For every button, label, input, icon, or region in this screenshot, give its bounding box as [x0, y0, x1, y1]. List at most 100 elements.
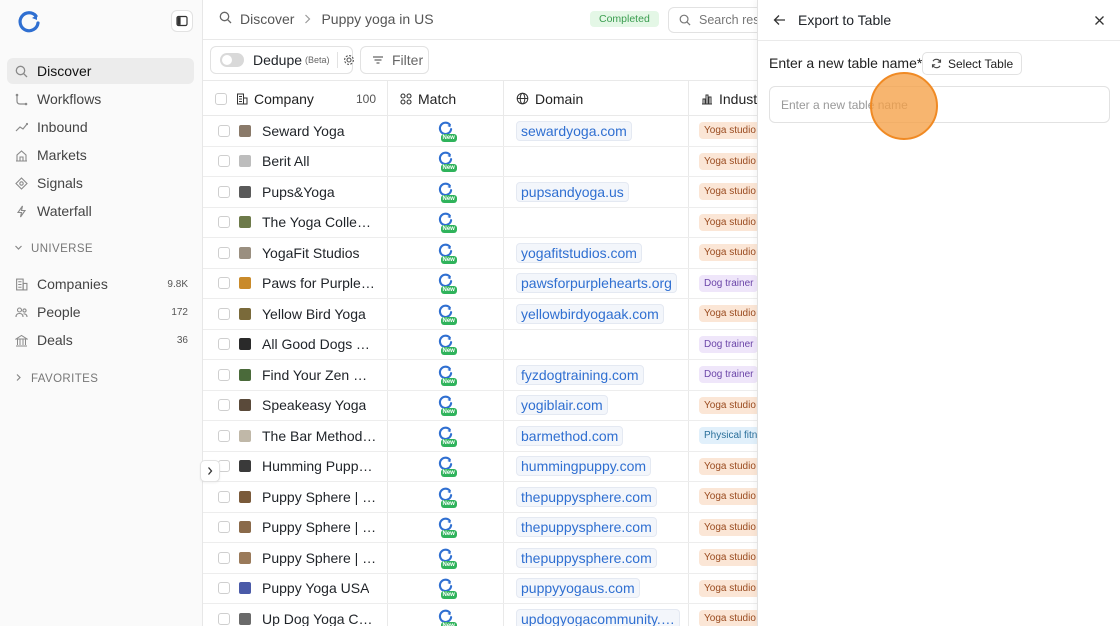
- domain-link[interactable]: yellowbirdyogaak.com: [516, 303, 664, 324]
- table-row[interactable]: Seward Yoga New sewardyoga.com Yoga studio: [203, 116, 763, 147]
- table-row[interactable]: YogaFit Studios New yogafitstudios.com Yoga…: [203, 238, 763, 269]
- sidebar-item-markets[interactable]: Markets: [7, 142, 194, 168]
- company-name[interactable]: Yellow Bird Yoga: [262, 306, 366, 322]
- sidebar-item-discover[interactable]: Discover: [7, 58, 194, 84]
- table-row[interactable]: The Yoga Collective New Yoga studio: [203, 207, 763, 238]
- match-status[interactable]: New: [435, 423, 457, 449]
- match-status[interactable]: New: [435, 240, 457, 266]
- match-status[interactable]: New: [435, 606, 457, 626]
- match-status[interactable]: New: [435, 148, 457, 174]
- table-row[interactable]: Puppy Yoga USA New puppyyogaus.com Yoga stu…: [203, 573, 763, 604]
- match-status[interactable]: New: [435, 545, 457, 571]
- match-status[interactable]: New: [435, 331, 457, 357]
- match-status[interactable]: New: [435, 362, 457, 388]
- match-status[interactable]: New: [435, 392, 457, 418]
- row-checkbox[interactable]: [218, 277, 230, 290]
- table-row[interactable]: Humming Puppy Yoga New hummingpuppy.com Yog…: [203, 451, 763, 482]
- universe-item-deals[interactable]: Deals 36: [7, 327, 194, 353]
- row-checkbox[interactable]: [218, 338, 230, 351]
- sidebar-toggle-button[interactable]: [171, 10, 193, 32]
- expand-handle[interactable]: [200, 460, 220, 482]
- domain-link[interactable]: thepuppysphere.com: [516, 547, 657, 568]
- dedupe-settings-button[interactable]: [337, 52, 359, 68]
- sidebar-item-waterfall[interactable]: Waterfall: [7, 198, 194, 224]
- sidebar-item-signals[interactable]: Signals: [7, 170, 194, 196]
- back-button[interactable]: [773, 14, 786, 26]
- domain-link[interactable]: hummingpuppy.com: [516, 456, 652, 477]
- row-checkbox[interactable]: [218, 399, 230, 412]
- company-name[interactable]: Pups&Yoga: [262, 184, 335, 200]
- company-name[interactable]: Puppy Yoga USA: [262, 580, 369, 596]
- table-row[interactable]: Yellow Bird Yoga New yellowbirdyogaak.com Y…: [203, 299, 763, 330]
- select-table-button[interactable]: Select Table: [922, 52, 1023, 75]
- row-checkbox[interactable]: [218, 429, 230, 442]
- company-name[interactable]: Speakeasy Yoga: [262, 397, 366, 413]
- match-status[interactable]: New: [435, 575, 457, 601]
- domain-link[interactable]: pawsforpurplehearts.org: [516, 273, 677, 294]
- domain-link[interactable]: fyzdogtraining.com: [516, 364, 644, 385]
- domain-link[interactable]: updogyogacommunity.com: [516, 608, 680, 626]
- company-name[interactable]: Humming Puppy Yoga: [262, 458, 377, 474]
- match-status[interactable]: New: [435, 453, 457, 479]
- row-checkbox[interactable]: [218, 521, 230, 534]
- app-logo[interactable]: [17, 10, 41, 34]
- column-company[interactable]: Company 100: [203, 81, 388, 116]
- table-row[interactable]: Berit All New Yoga studio: [203, 146, 763, 177]
- match-status[interactable]: New: [435, 209, 457, 235]
- company-name[interactable]: Seward Yoga: [262, 123, 345, 139]
- column-domain[interactable]: Domain: [504, 81, 689, 116]
- sidebar-item-inbound[interactable]: Inbound: [7, 114, 194, 140]
- universe-item-companies[interactable]: Companies 9.8K: [7, 271, 194, 297]
- filter-button[interactable]: Filter: [360, 46, 429, 74]
- table-row[interactable]: Pups&Yoga New pupsandyoga.us Yoga studio: [203, 177, 763, 208]
- row-checkbox[interactable]: [218, 490, 230, 503]
- row-checkbox[interactable]: [218, 185, 230, 198]
- company-name[interactable]: All Good Dogs Training: [262, 336, 377, 352]
- domain-link[interactable]: barmethod.com: [516, 425, 624, 446]
- row-checkbox[interactable]: [218, 307, 230, 320]
- company-name[interactable]: Puppy Sphere | Puppy Yoga: [262, 519, 377, 535]
- universe-section-toggle[interactable]: UNIVERSE: [14, 243, 93, 255]
- company-name[interactable]: Puppy Sphere | Puppy Yoga: [262, 489, 377, 505]
- row-checkbox[interactable]: [218, 582, 230, 595]
- row-checkbox[interactable]: [218, 216, 230, 229]
- table-row[interactable]: Paws for Purple Hearts New pawsforpurplehe…: [203, 268, 763, 299]
- close-button[interactable]: [1094, 15, 1105, 26]
- domain-link[interactable]: sewardyoga.com: [516, 120, 632, 141]
- table-row[interactable]: Puppy Sphere | Puppy Yoga New thepuppysphe…: [203, 482, 763, 513]
- table-row[interactable]: Speakeasy Yoga New yogiblair.com Yoga studi…: [203, 390, 763, 421]
- company-name[interactable]: The Bar Method Studio: [262, 428, 377, 444]
- match-status[interactable]: New: [435, 118, 457, 144]
- company-name[interactable]: The Yoga Collective: [262, 214, 377, 230]
- row-checkbox[interactable]: [218, 551, 230, 564]
- domain-link[interactable]: yogiblair.com: [516, 395, 608, 416]
- table-row[interactable]: Puppy Sphere | Puppy Yoga New thepuppysphe…: [203, 543, 763, 574]
- row-checkbox[interactable]: [218, 124, 230, 137]
- domain-link[interactable]: thepuppysphere.com: [516, 517, 657, 538]
- company-name[interactable]: Find Your Zen Dog Training: [262, 367, 377, 383]
- table-row[interactable]: Puppy Sphere | Puppy Yoga New thepuppysphe…: [203, 512, 763, 543]
- domain-link[interactable]: thepuppysphere.com: [516, 486, 657, 507]
- match-status[interactable]: New: [435, 179, 457, 205]
- table-row[interactable]: Up Dog Yoga Community New updogyogacommuni…: [203, 604, 763, 626]
- row-checkbox[interactable]: [218, 612, 230, 625]
- breadcrumb-root[interactable]: Discover: [240, 11, 294, 27]
- company-name[interactable]: Paws for Purple Hearts: [262, 275, 377, 291]
- table-row[interactable]: The Bar Method Studio New barmethod.com Phy…: [203, 421, 763, 452]
- row-checkbox[interactable]: [218, 246, 230, 259]
- match-status[interactable]: New: [435, 270, 457, 296]
- match-status[interactable]: New: [435, 514, 457, 540]
- table-row[interactable]: Find Your Zen Dog Training New fyzdogtrain…: [203, 360, 763, 391]
- sidebar-item-workflows[interactable]: Workflows: [7, 86, 194, 112]
- domain-link[interactable]: puppyyogaus.com: [516, 578, 640, 599]
- company-name[interactable]: Puppy Sphere | Puppy Yoga: [262, 550, 377, 566]
- select-all-checkbox[interactable]: [215, 92, 227, 105]
- universe-item-people[interactable]: People 172: [7, 299, 194, 325]
- row-checkbox[interactable]: [218, 368, 230, 381]
- table-row[interactable]: All Good Dogs Training New Dog trainer: [203, 329, 763, 360]
- domain-link[interactable]: yogafitstudios.com: [516, 242, 642, 263]
- table-name-input[interactable]: [769, 86, 1110, 123]
- dedupe-toggle[interactable]: [220, 53, 244, 67]
- company-name[interactable]: YogaFit Studios: [262, 245, 360, 261]
- match-status[interactable]: New: [435, 301, 457, 327]
